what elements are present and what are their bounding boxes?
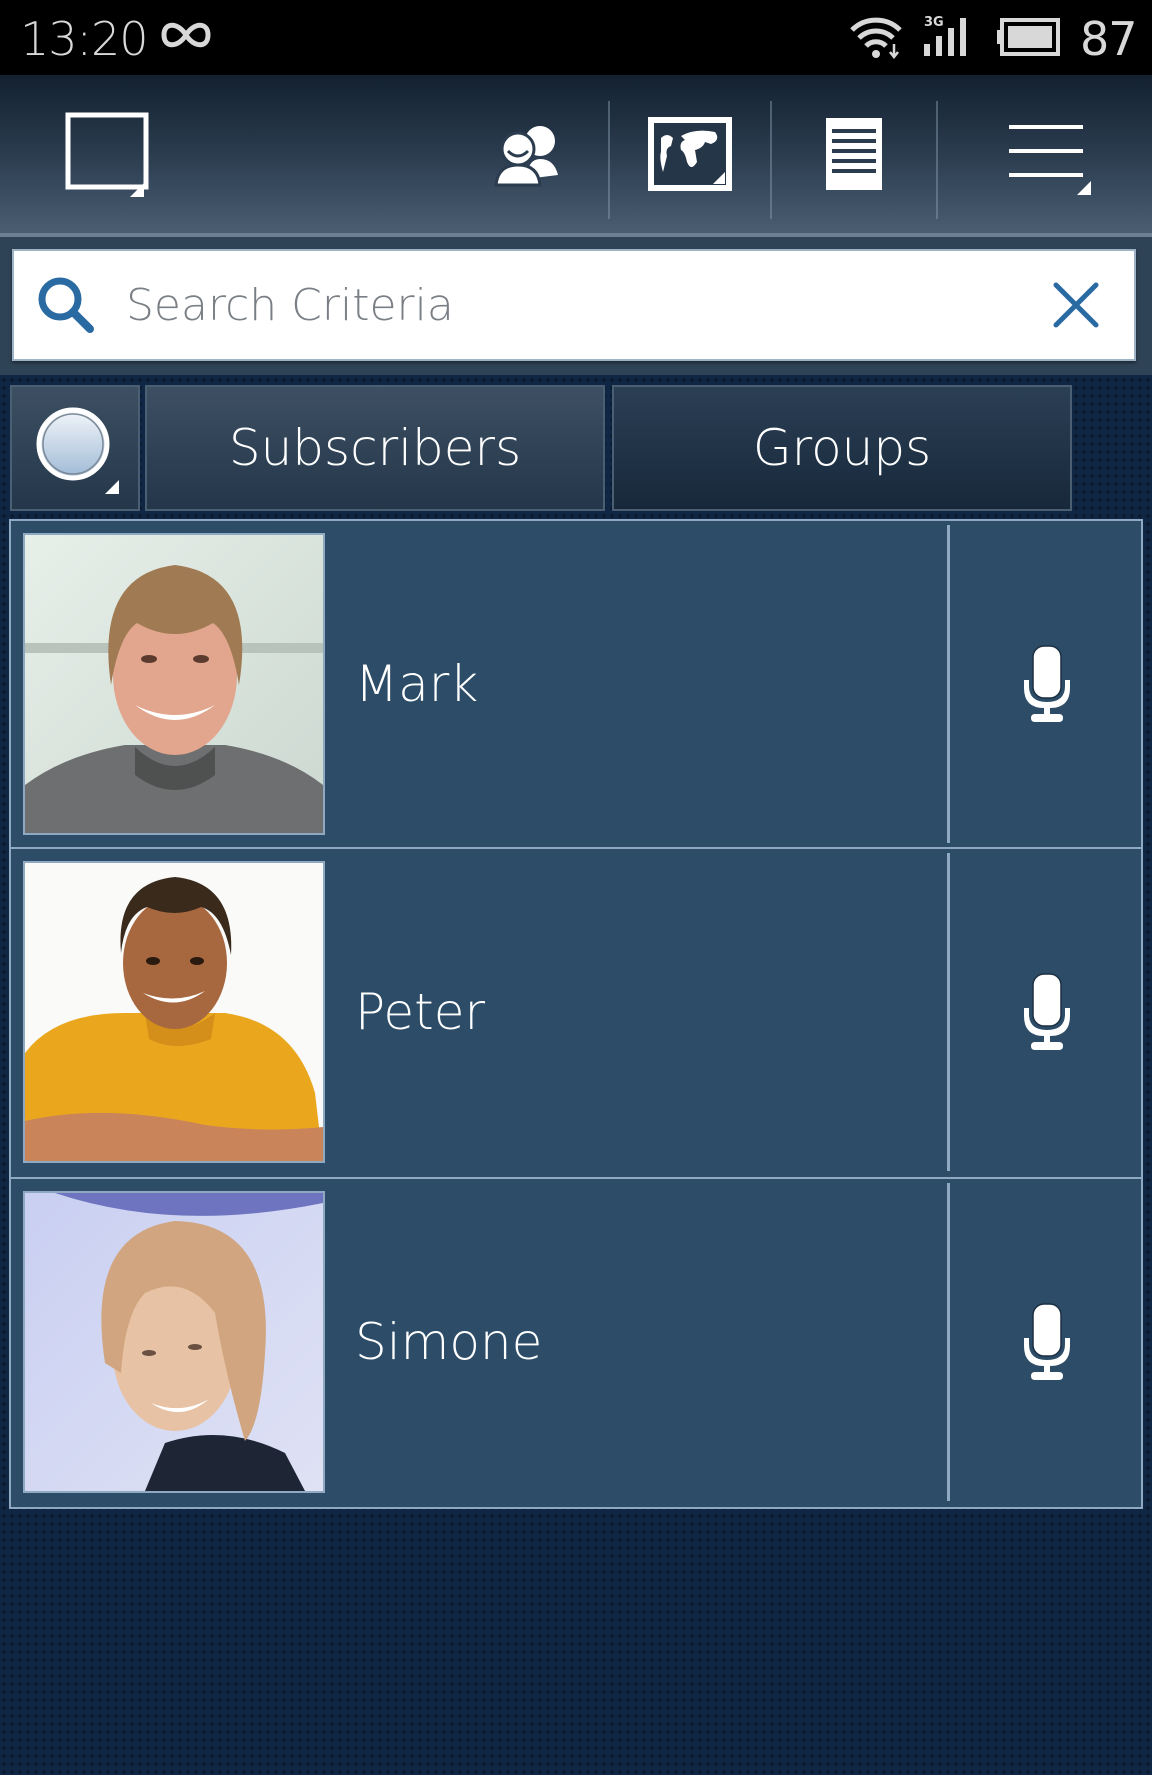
infinity-icon <box>161 22 211 48</box>
contact-name: Peter <box>355 983 486 1041</box>
window-select-button[interactable] <box>40 75 160 233</box>
contact-name: Simone <box>355 1313 543 1371</box>
toolbar-divider <box>770 101 772 219</box>
tab-groups[interactable]: Groups <box>612 385 1072 511</box>
list-item[interactable]: Peter <box>9 849 1143 1179</box>
avatar <box>23 533 325 835</box>
status-bar: 13:20 3G 87 <box>0 0 1152 75</box>
status-selector-button[interactable] <box>10 385 140 511</box>
world-map-icon <box>648 117 732 191</box>
row-divider <box>947 853 950 1171</box>
row-divider <box>947 525 950 843</box>
list-item[interactable]: Simone <box>9 1179 1143 1509</box>
row-divider <box>947 1183 950 1501</box>
map-button[interactable] <box>630 75 750 233</box>
tab-subscribers[interactable]: Subscribers <box>145 385 605 511</box>
status-circle-icon <box>36 407 119 494</box>
avatar <box>23 1191 325 1493</box>
tab-bar: Subscribers Groups <box>0 375 1152 515</box>
ptt-button[interactable] <box>951 521 1143 847</box>
clock: 13:20 <box>20 12 149 66</box>
microphone-icon <box>1024 1303 1070 1380</box>
search-box <box>12 249 1136 361</box>
battery-percent: 87 <box>1080 12 1138 66</box>
contact-name: Mark <box>355 655 479 713</box>
ptt-button[interactable] <box>951 849 1143 1175</box>
search-input[interactable] <box>126 269 1006 341</box>
battery-icon <box>997 18 1060 56</box>
signal-3g-icon: 3G <box>922 14 978 58</box>
close-icon[interactable] <box>1048 277 1104 333</box>
tab-subscribers-label: Subscribers <box>228 419 522 477</box>
wifi-icon <box>850 17 902 60</box>
contacts-icon <box>494 126 558 187</box>
list-item[interactable]: Mark <box>9 519 1143 849</box>
contacts-button[interactable] <box>470 75 590 233</box>
search-bar <box>0 237 1152 375</box>
search-icon[interactable] <box>34 273 100 339</box>
document-list-icon <box>826 118 882 190</box>
microphone-icon <box>1024 645 1070 722</box>
toolbar-divider <box>936 101 938 219</box>
microphone-icon <box>1024 973 1070 1050</box>
log-button[interactable] <box>794 75 914 233</box>
network-label: 3G <box>924 15 944 30</box>
square-window-icon <box>65 112 149 197</box>
menu-icon <box>1009 125 1091 195</box>
avatar <box>23 861 325 1163</box>
contact-list: Mark Peter Simone <box>9 519 1143 1509</box>
tab-groups-label: Groups <box>752 419 932 477</box>
toolbar-divider <box>608 101 610 219</box>
ptt-button[interactable] <box>951 1179 1143 1505</box>
toolbar <box>0 75 1152 237</box>
menu-button[interactable] <box>990 75 1100 233</box>
